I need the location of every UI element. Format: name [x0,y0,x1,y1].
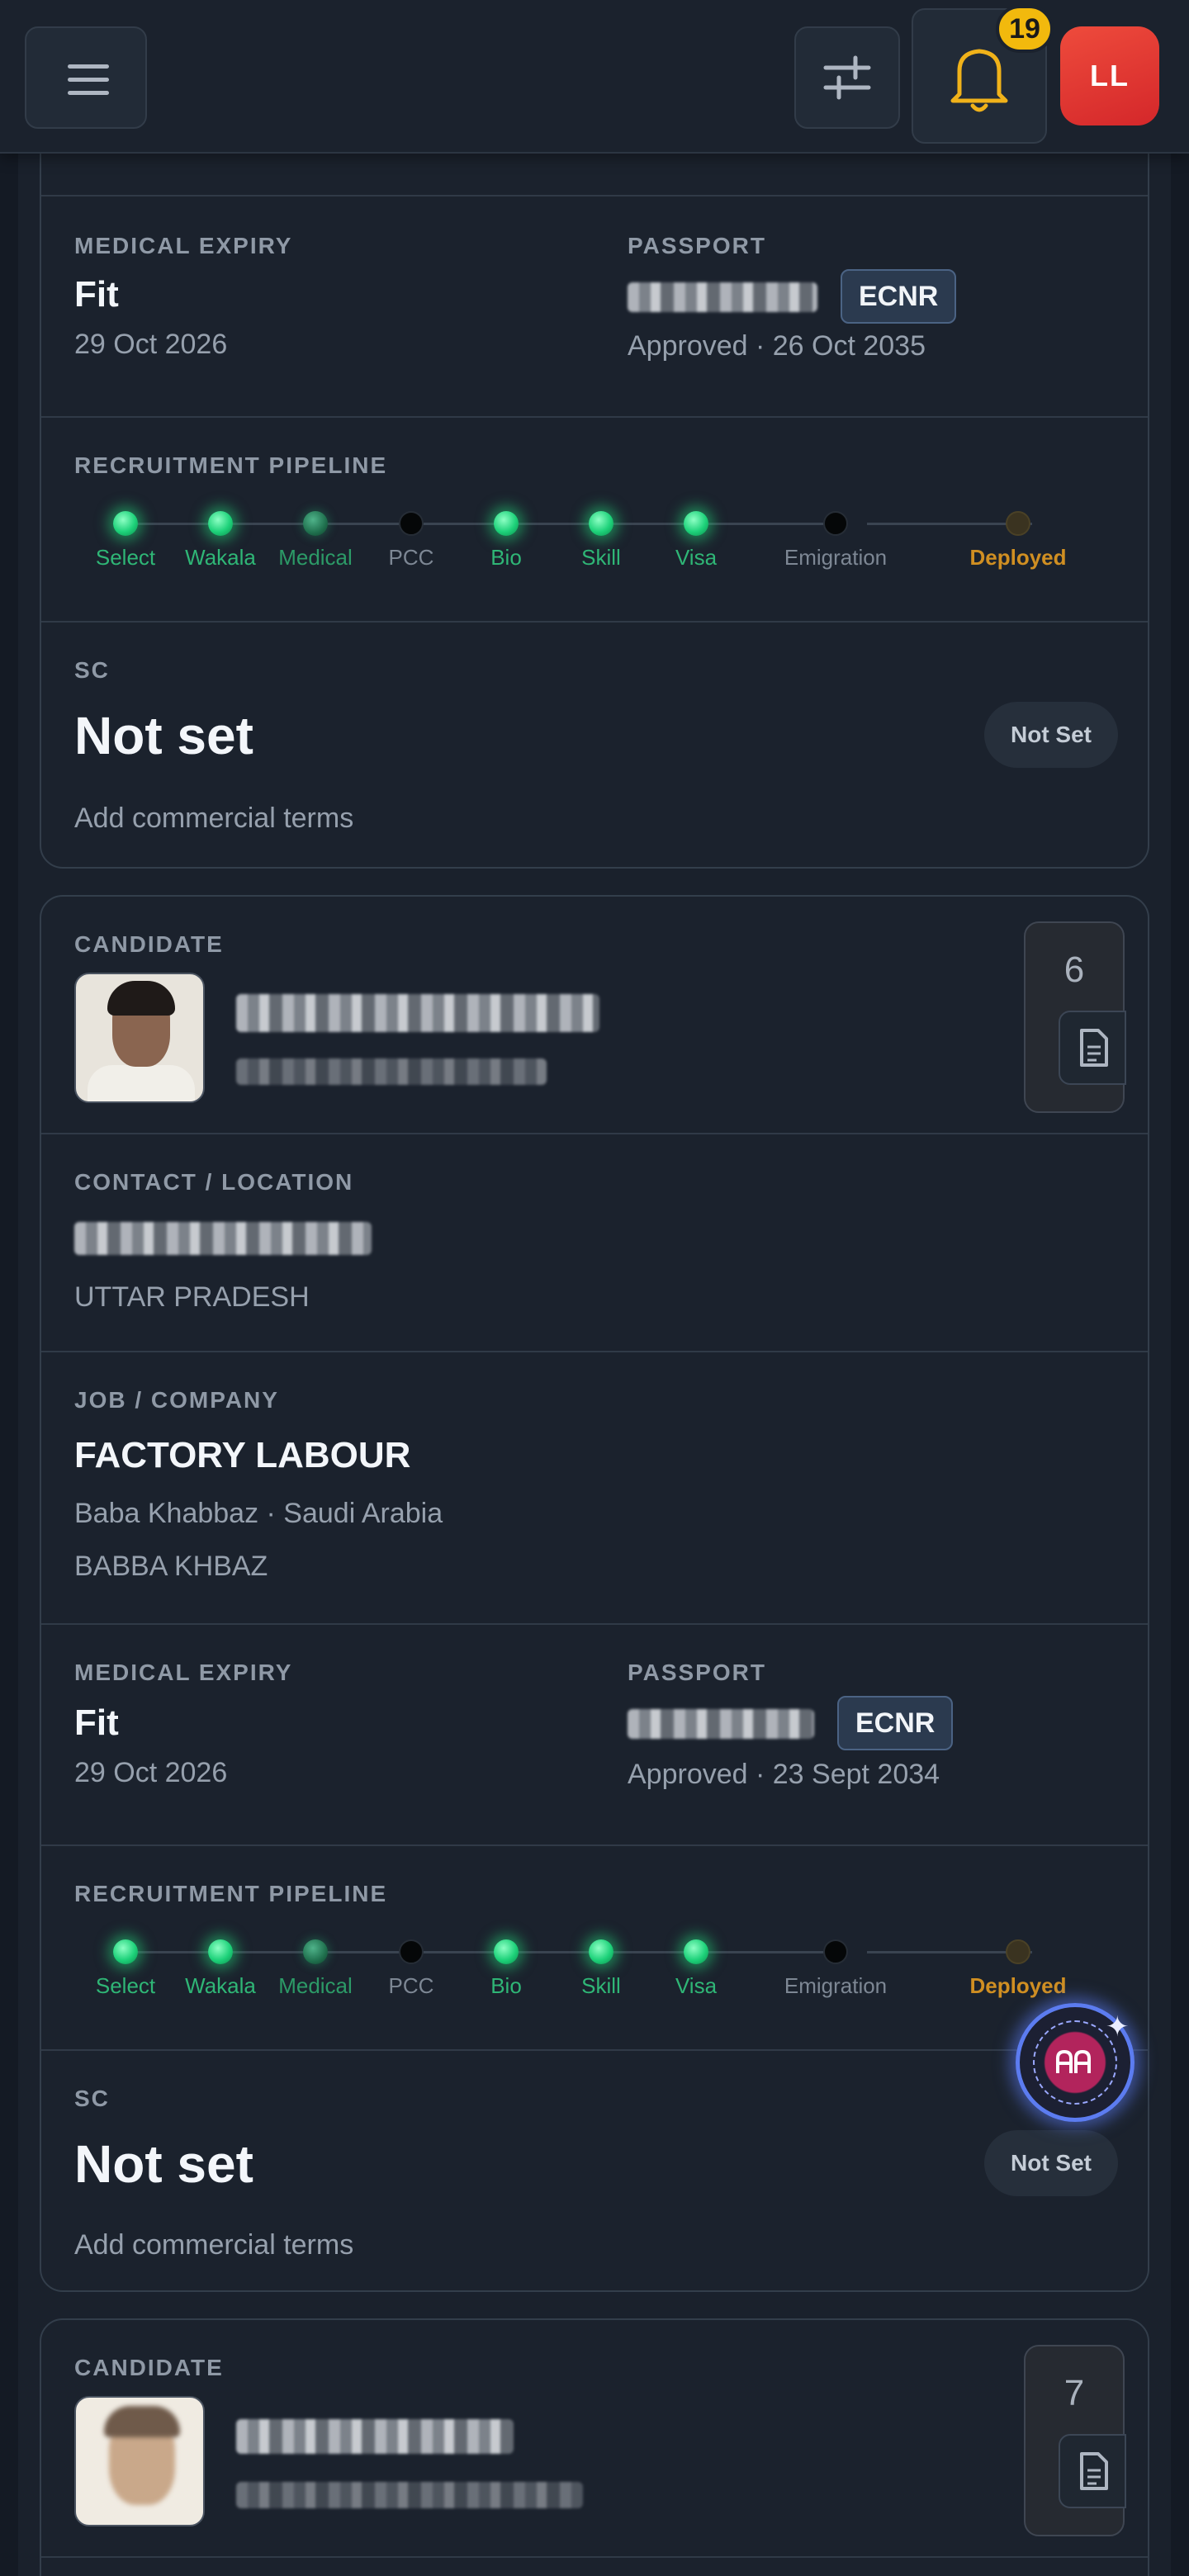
pipeline-stage-label: Visa [675,1973,718,1998]
add-commercial-terms-link[interactable]: Add commercial terms [74,803,353,835]
job-company-label: JOB / COMPANY [74,1387,279,1413]
passport-number-redacted [628,1709,814,1739]
pipeline-track: Select Wakala Medical PCC Bio Skill Visa… [41,500,1148,570]
candidate-label: CANDIDATE [74,931,224,957]
pipeline-stage-label: Visa [675,545,718,570]
sc-status-pill[interactable]: Not Set [984,702,1118,768]
contact-location-section: CONTACT / LOCATION UTTAR PRADESH [41,1133,1148,1351]
passport-label: PASSPORT [628,233,766,258]
sparkle-icon: ✦ [1106,2011,1130,2043]
menu-button[interactable] [25,26,147,129]
sc-value: Not set [74,706,253,765]
recruitment-pipeline-section: RECRUITMENT PIPELINE Select Wakala Medic… [41,1844,1148,2049]
notification-count-badge: 19 [996,5,1054,53]
sc-section: SC Not set Not Set Add commercial terms [41,621,1148,867]
candidate-number-box: 6 [1024,921,1126,1113]
passport-status: Approved · 26 Oct 2035 [628,330,926,362]
user-avatar-button[interactable]: LL [1060,26,1159,125]
company-country: Baba Khabbaz · Saudi Arabia [74,1498,443,1529]
pipeline-dot-emigration [823,511,848,536]
passport-label: PASSPORT [628,1660,766,1685]
pipeline-dot-pcc [399,1939,424,1964]
pipeline-dot-wakala [208,1939,233,1964]
passport-status: Approved · 23 Sept 2034 [628,1759,940,1790]
location-text: UTTAR PRADESH [74,1281,310,1313]
candidate-number: 7 [1063,2373,1085,2413]
medical-passport-section: MEDICAL EXPIRY Fit 29 Oct 2026 PASSPORT … [41,1623,1148,1844]
pipeline-dot-emigration [823,1939,848,1964]
ecnr-badge: ECNR [837,1696,954,1750]
job-title: FACTORY LABOUR [74,1435,411,1475]
top-app-bar: 19 LL [0,0,1189,154]
ai-assistant-button[interactable]: ✦ [1016,2003,1135,2122]
pipeline-dot-skill [589,1939,613,1964]
sc-label: SC [74,657,110,683]
candidate-number-box: 7 [1024,2345,1126,2536]
candidate-card: CANDIDATE 7 [40,2318,1149,2576]
candidate-section: CANDIDATE 7 [41,2320,1148,2556]
candidate-photo[interactable] [74,2396,205,2526]
medical-status: Fit [74,1702,119,1743]
pipeline-dot-visa [684,511,708,536]
pipeline-dot-skill [589,511,613,536]
medical-status: Fit [74,274,119,315]
sc-section: SC Not set Not Set Add commercial terms [41,2049,1148,2290]
medical-expiry-label: MEDICAL EXPIRY [74,1660,293,1685]
pipeline-dot-visa [684,1939,708,1964]
medical-expiry-date: 29 Oct 2026 [74,329,228,360]
documents-button[interactable] [1059,1011,1126,1085]
documents-button[interactable] [1059,2434,1126,2508]
pipeline-label: RECRUITMENT PIPELINE [74,452,388,478]
medical-expiry-label: MEDICAL EXPIRY [74,233,293,258]
pipeline-stage-label: Emigration [784,1973,888,1998]
candidate-name-redacted [236,994,599,1032]
medical-expiry-date: 29 Oct 2026 [74,1757,228,1788]
contact-location-label: CONTACT / LOCATION [74,1169,354,1195]
assistant-logo-icon [1053,2048,1097,2076]
pipeline-track: Select Wakala Medical PCC Bio Skill Visa… [41,1929,1148,1998]
pipeline-dot-deployed [1006,1939,1030,1964]
filter-button[interactable] [794,26,900,129]
document-icon [1080,1029,1108,1067]
job-company-section: JOB / COMPANY FACTORY LABOUR Baba Khabba… [41,1351,1148,1623]
pipeline-dot-wakala [208,511,233,536]
pipeline-label: RECRUITMENT PIPELINE [74,1881,388,1906]
candidate-id-redacted [236,2482,583,2508]
sc-status-pill[interactable]: Not Set [984,2130,1118,2196]
medical-passport-section: MEDICAL EXPIRY Fit 29 Oct 2026 PASSPORT … [41,195,1148,416]
pipeline-stage-label: Emigration [784,545,888,570]
pipeline-dot-select [113,1939,138,1964]
sc-label: SC [74,2086,110,2111]
pipeline-dot-deployed [1006,511,1030,536]
pipeline-dot-medical [303,511,328,536]
document-icon [1080,2452,1108,2490]
pipeline-dot-bio [494,1939,519,1964]
pipeline-dot-select [113,511,138,536]
passport-number-redacted [628,282,817,312]
candidate-id-redacted [236,1058,547,1085]
sponsor-name: BABBA KHBAZ [74,1551,268,1582]
candidate-photo[interactable] [74,973,205,1103]
pipeline-dot-medical [303,1939,328,1964]
pipeline-stage-label: Deployed [969,545,1067,570]
candidate-name-redacted [236,2419,514,2454]
candidate-section: CANDIDATE 6 [41,897,1148,1133]
candidate-label: CANDIDATE [74,2355,224,2380]
next-section-divider [41,2556,1148,2576]
candidate-card: CANDIDATE 6 CONTACT / LOCATION UTTAR PRA… [40,895,1149,2292]
add-commercial-terms-link[interactable]: Add commercial terms [74,2229,353,2261]
sc-value: Not set [74,2134,253,2194]
ecnr-badge: ECNR [841,269,957,324]
recruitment-pipeline-section: RECRUITMENT PIPELINE Select Wakala Medic… [41,416,1148,621]
pipeline-dot-pcc [399,511,424,536]
sliders-icon [823,55,871,100]
candidate-number: 6 [1063,949,1085,990]
phone-number-redacted[interactable] [74,1222,372,1255]
pipeline-dot-bio [494,511,519,536]
